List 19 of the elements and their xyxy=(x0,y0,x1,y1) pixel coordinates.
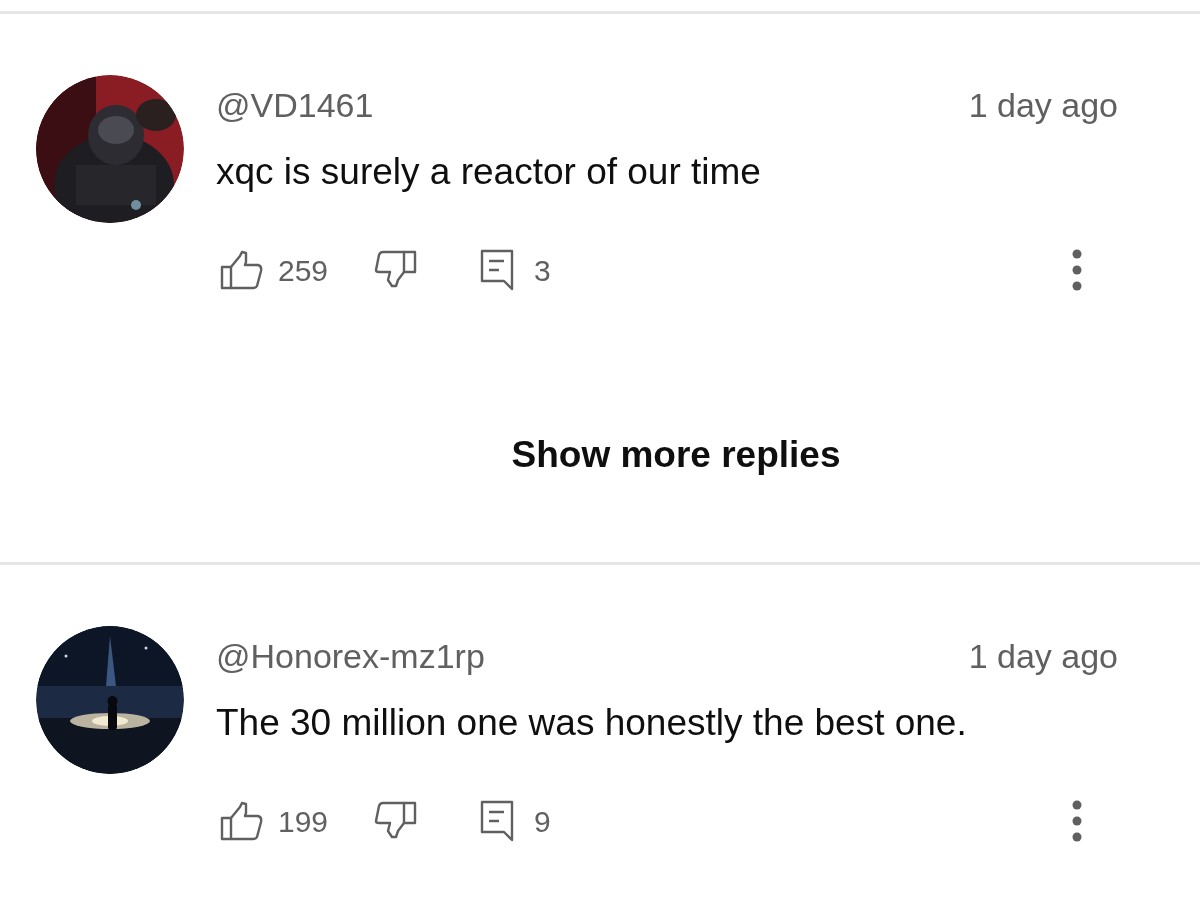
thumbs-down-icon[interactable] xyxy=(374,801,419,841)
like-count: 259 xyxy=(278,252,329,289)
comment-text: xqc is surely a reactor of our time xyxy=(216,150,761,195)
like-count: 199 xyxy=(278,803,329,840)
more-options-icon[interactable] xyxy=(1072,249,1082,291)
reply-count: 3 xyxy=(534,252,551,289)
thumbs-up-icon[interactable] xyxy=(220,250,264,290)
thumbs-down-icon[interactable] xyxy=(374,250,419,290)
comment-icon[interactable] xyxy=(480,249,515,291)
comment-time: 1 day ago xyxy=(968,635,1118,677)
show-more-replies-button[interactable]: Show more replies xyxy=(503,425,849,485)
thumbs-up-icon[interactable] xyxy=(220,801,264,841)
comment-time: 1 day ago xyxy=(968,84,1118,126)
comment-icon[interactable] xyxy=(480,800,515,842)
comment-author[interactable]: @VD1461 xyxy=(216,79,374,131)
comment-author[interactable]: @Honorex-mz1rp xyxy=(216,630,485,682)
more-options-icon[interactable] xyxy=(1072,800,1082,842)
comment-text: The 30 million one was honestly the best one. xyxy=(216,701,967,746)
reply-count: 9 xyxy=(534,803,551,840)
